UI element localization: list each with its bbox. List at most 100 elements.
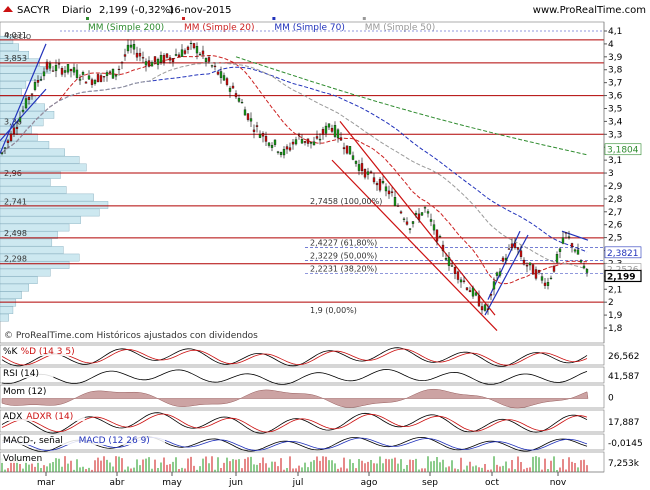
price-y-axis: 4,143,93,83,73,63,53,43,33,23,132,92,82,… [603, 22, 623, 343]
candle-body [444, 258, 448, 260]
candle-body [480, 306, 484, 311]
candle-body [321, 129, 325, 135]
candle-body [36, 80, 40, 83]
y-tick-label-12: 2,9 [608, 182, 623, 192]
indicator-label2-4: MACD (12 26 9) [79, 436, 150, 446]
watermark: © ProRealTime.com Históricos ajustados c… [4, 330, 258, 341]
y-tick-label-1: 4 [608, 40, 614, 50]
downtrend-line-a [339, 121, 496, 316]
candle-body [402, 218, 406, 220]
indicator-label-2: Mom (12) [3, 387, 46, 397]
candle-body [390, 191, 394, 193]
price-tag-0: 2,3821 [607, 249, 639, 259]
candle-body [249, 118, 253, 122]
candle-body [387, 190, 391, 195]
candle-body [216, 71, 220, 75]
candle-body [150, 62, 154, 67]
candle-body [210, 65, 214, 67]
candle-body [306, 138, 310, 144]
candle-body [462, 280, 466, 282]
candle-body [111, 68, 115, 79]
header: SACYR Diario 2,199 (-0,32%) 16-nov-2015 … [0, 0, 650, 20]
candle-body [60, 68, 64, 75]
volume-profile-label-6: 2,298 [4, 255, 27, 264]
price-plot-frame [0, 21, 605, 344]
volume-profile-bar [0, 43, 19, 52]
candle-body [357, 164, 361, 171]
candle-body [135, 52, 139, 58]
candle-body [450, 265, 454, 267]
candle-body [207, 57, 211, 62]
fib-label-4: 1,9 (0,00%) [310, 306, 357, 315]
ma-70-line [1, 66, 588, 253]
candle-body [93, 80, 97, 84]
volume-profile-bar [0, 238, 53, 247]
candle-body [18, 117, 22, 122]
candle-body [375, 183, 379, 186]
candle-body [291, 141, 295, 145]
candle-body [333, 125, 337, 137]
candle-body [75, 69, 79, 78]
candle-body [282, 148, 286, 156]
volume-profile-label-4: 2,741 [4, 197, 27, 206]
price-change: 2,199 (-0,32%) [99, 5, 174, 16]
candle-body [186, 46, 190, 50]
candle-body [417, 213, 421, 220]
candle-body [453, 267, 457, 274]
indicator-label2-0: %D (14 3 5) [21, 347, 75, 357]
candle-body [363, 169, 367, 178]
candle-body [558, 248, 562, 252]
candle-body [393, 196, 397, 206]
candle-body [543, 282, 547, 286]
candle-body [24, 98, 28, 109]
candle-body [141, 57, 145, 59]
candle-body [258, 134, 262, 138]
ticker-label: SACYR [17, 5, 50, 16]
indicator-value-5: 7,253k [608, 459, 640, 469]
y-tick-label-11: 3 [608, 169, 614, 179]
candle-body [570, 243, 574, 247]
candle-body [546, 282, 550, 286]
volume-profile-bar [0, 313, 9, 322]
candle-body [105, 72, 109, 76]
candle-body [108, 71, 112, 73]
candle-body [582, 265, 586, 269]
price-chart[interactable]: SACYR Diario 2,199 (-0,32%) 16-nov-2015 … [0, 0, 650, 490]
candle-body [483, 304, 487, 311]
candle-body [15, 127, 19, 129]
indicator-value-4: -0,0145 [608, 439, 643, 449]
chart-window: SACYR Diario 2,199 (-0,32%) 16-nov-2015 … [0, 0, 650, 490]
fib-label-2: 2,3229 (50,00%) [310, 251, 377, 260]
candle-body [168, 57, 172, 61]
candle-body [129, 44, 133, 48]
candle-body [579, 260, 583, 263]
site-label: www.ProRealTime.com [533, 5, 646, 16]
y-tick-label-2: 3,9 [608, 53, 623, 63]
fib-label-1: 2,4227 (61,80%) [310, 239, 377, 248]
candle-body [147, 60, 151, 67]
candle-body [465, 287, 469, 290]
indicator-value-1: 41,587 [608, 372, 640, 382]
x-tick-label-1: abr [110, 478, 125, 488]
candle-body [78, 78, 82, 81]
candle-body [303, 141, 307, 143]
volume-profile-label-5: 2,498 [4, 229, 27, 238]
candle-body [318, 138, 322, 141]
candle-body [225, 78, 229, 85]
volume-profile-bar [0, 268, 51, 277]
x-tick-label-8: nov [550, 478, 567, 488]
volume-profile-bar [0, 283, 29, 292]
candle-body [66, 64, 70, 73]
volume-profile-bar [0, 186, 67, 194]
candle-body [420, 212, 424, 216]
candle-body [519, 250, 523, 257]
volume-profile-label-1: 3,853 [4, 54, 27, 63]
x-tick-label-4: jul [292, 478, 304, 488]
candle-body [180, 49, 184, 57]
y-tick-label-4: 3,7 [608, 79, 622, 89]
candle-body [255, 125, 259, 127]
candle-body [447, 257, 451, 266]
x-tick-label-2: may [162, 478, 182, 488]
candle-body [246, 113, 250, 120]
indicator-label-5: Volumen [3, 454, 42, 464]
